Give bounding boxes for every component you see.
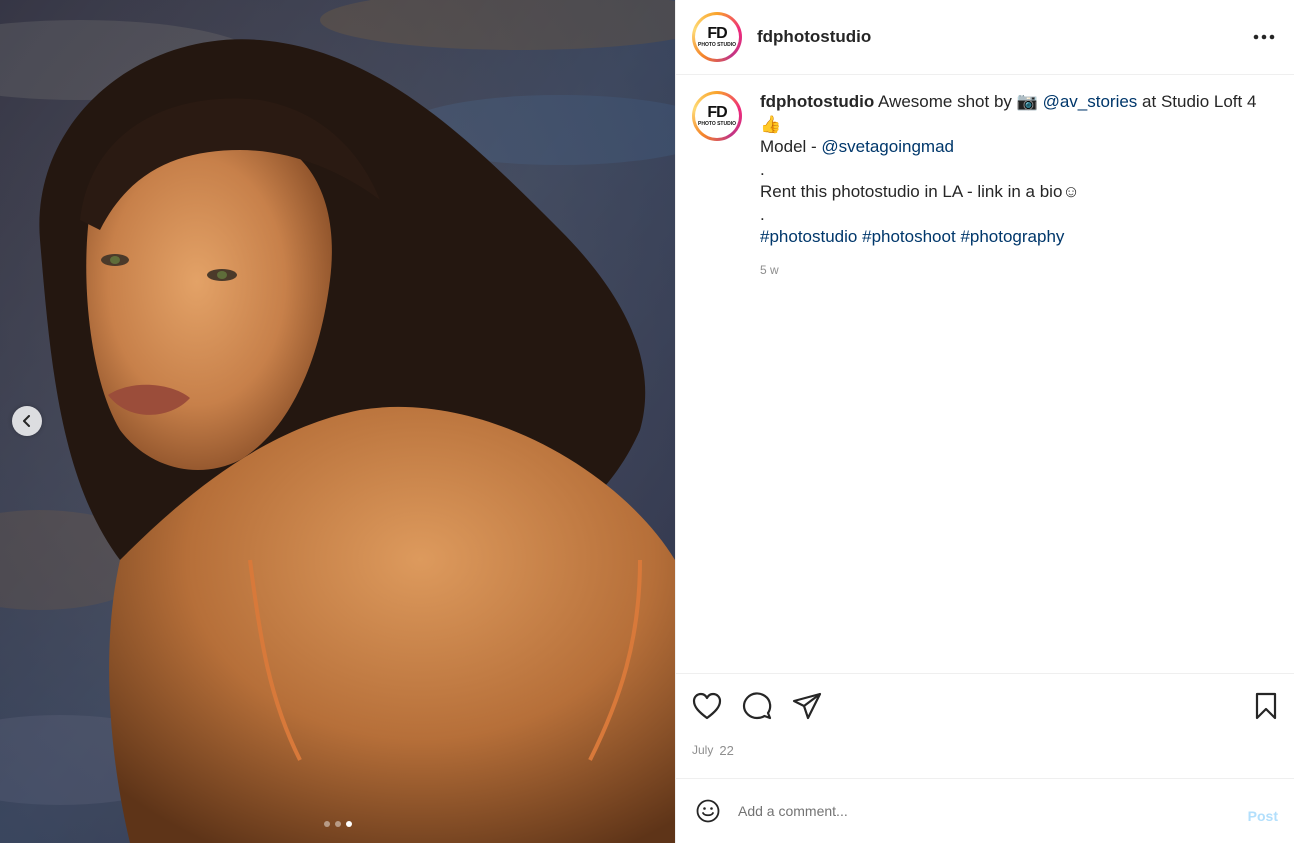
heart-icon — [692, 692, 722, 719]
caption-avatar[interactable]: FD PHOTO STUDIO — [692, 91, 742, 141]
avatar-logo-subtext: PHOTO STUDIO — [698, 42, 736, 48]
post-comment-button[interactable]: Post — [1248, 808, 1278, 824]
slide-dot — [323, 821, 330, 827]
comment-button[interactable] — [742, 686, 782, 726]
caption-hashtags: #photostudio #photoshoot #photography — [760, 226, 1260, 249]
action-bar — [676, 673, 1294, 737]
rent-text: Rent this photostudio in LA - link in a … — [760, 182, 1063, 201]
slide-dot — [334, 821, 341, 827]
mention-model-link[interactable]: @svetagoingmad — [821, 137, 954, 156]
caption-text: fdphotostudio Awesome shot by 📷 @av_stor… — [760, 91, 1278, 673]
caption-model-line: Model - @svetagoingmad — [760, 136, 1260, 159]
caption-line-1: fdphotostudio Awesome shot by 📷 @av_stor… — [760, 91, 1260, 136]
previous-slide-button[interactable] — [12, 406, 42, 436]
caption-timestamp[interactable]: 5 w — [760, 259, 1260, 282]
hashtag-link[interactable]: #photostudio — [760, 227, 857, 246]
slide-dot-active — [345, 821, 352, 827]
mention-photographer-link[interactable]: @av_stories — [1043, 92, 1138, 111]
hashtag-link[interactable]: #photography — [960, 227, 1064, 246]
share-button[interactable] — [792, 686, 832, 726]
avatar-logo-text: FD — [707, 104, 727, 121]
comment-input[interactable] — [738, 803, 1248, 819]
caption-area: FD PHOTO STUDIO fdphotostudio Awesome sh… — [676, 75, 1294, 673]
avatar-logo: FD PHOTO STUDIO — [695, 15, 739, 59]
chevron-left-icon — [23, 415, 30, 427]
thumbs-up-emoji-icon: 👍 — [760, 114, 782, 134]
post-photo — [0, 0, 675, 843]
post-date[interactable]: July 22 — [676, 737, 1294, 779]
comment-icon — [742, 691, 772, 719]
camera-emoji-icon: 📷 — [1016, 92, 1038, 111]
hashtag-link[interactable]: #photoshoot — [862, 227, 956, 246]
header-username[interactable]: fdphotostudio — [757, 27, 871, 47]
post-dialog: FD PHOTO STUDIO fdphotostudio FD PHOTO S… — [0, 0, 1294, 843]
avatar[interactable]: FD PHOTO STUDIO — [692, 12, 742, 62]
caption-separator: . — [760, 159, 765, 179]
slide-indicator — [0, 821, 675, 827]
caption-rent-line: Rent this photostudio in LA - link in a … — [760, 181, 1260, 204]
post-sidebar: FD PHOTO STUDIO fdphotostudio FD PHOTO S… — [675, 0, 1294, 843]
paper-plane-icon — [792, 692, 822, 719]
more-horizontal-icon — [1253, 34, 1275, 40]
post-media — [0, 0, 675, 843]
save-button[interactable] — [1238, 686, 1278, 726]
model-label: Model - — [760, 137, 822, 156]
comment-composer: Post — [676, 779, 1294, 843]
smile-emoji-icon: ☺ — [1062, 182, 1080, 201]
avatar-logo: FD PHOTO STUDIO — [695, 94, 739, 138]
emoji-picker-button[interactable] — [694, 797, 722, 825]
avatar-logo-text: FD — [707, 25, 727, 42]
post-date-month: July — [692, 743, 714, 757]
post-date-day: 22 — [719, 743, 734, 758]
caption-text-2: at Studio Loft 4 — [1142, 92, 1257, 111]
like-button[interactable] — [692, 686, 732, 726]
bookmark-icon — [1255, 692, 1277, 719]
caption-separator: . — [760, 204, 765, 224]
caption-text-1: Awesome shot by — [878, 92, 1012, 111]
smiley-icon — [696, 799, 720, 823]
caption-username[interactable]: fdphotostudio — [760, 92, 874, 111]
more-options-button[interactable] — [1250, 23, 1278, 51]
post-header: FD PHOTO STUDIO fdphotostudio — [676, 0, 1294, 75]
avatar-logo-subtext: PHOTO STUDIO — [698, 121, 736, 127]
